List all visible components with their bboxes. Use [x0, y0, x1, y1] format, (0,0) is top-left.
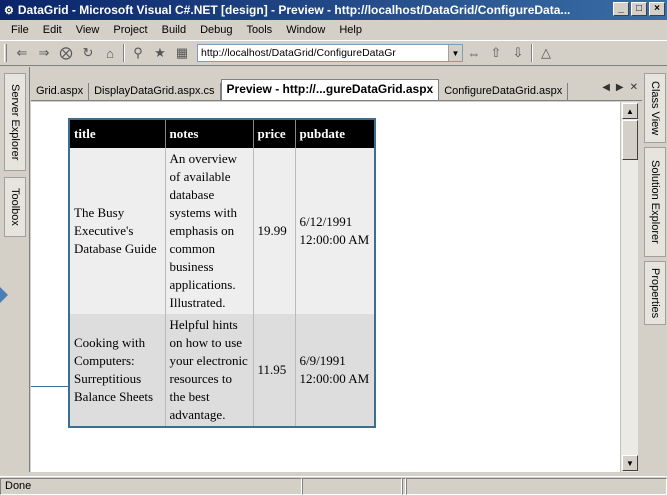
- doc-tab-preview[interactable]: Preview - http://...gureDataGrid.aspx: [220, 79, 440, 100]
- stop-icon[interactable]: ⨂: [55, 43, 77, 63]
- right-tool-panel: Class View Solution Explorer Properties: [643, 67, 667, 472]
- favorites-icon[interactable]: ★: [149, 43, 171, 63]
- left-tool-panel: Server Explorer Toolbox: [0, 67, 30, 472]
- column-header-price: price: [253, 119, 296, 148]
- menu-tools[interactable]: Tools: [240, 24, 280, 36]
- status-pane: [406, 477, 667, 495]
- doc-tab-grid-aspx[interactable]: Grid.aspx: [31, 83, 90, 100]
- cell-title: The Busy Executive's Database Guide: [69, 148, 166, 314]
- tab-class-view[interactable]: Class View: [644, 73, 666, 143]
- url-text: http://localhost/DataGrid/ConfigureDataG…: [201, 47, 396, 59]
- status-bar: Done: [0, 476, 667, 495]
- tab-right-icon[interactable]: ▶: [616, 82, 624, 93]
- refresh-icon[interactable]: ↻: [77, 43, 99, 63]
- menu-project[interactable]: Project: [106, 24, 154, 36]
- menu-file[interactable]: File: [4, 24, 36, 36]
- app-icon: ⚙: [4, 4, 14, 17]
- up-icon[interactable]: ⇧: [485, 43, 507, 63]
- cell-title: Cooking with Computers: Surreptitious Ba…: [69, 314, 166, 427]
- status-text: Done: [0, 477, 302, 495]
- cell-pubdate: 6/12/1991 12:00:00 AM: [295, 148, 376, 314]
- document-tab-strip: Grid.aspx DisplayDataGrid.aspx.cs Previe…: [31, 79, 642, 101]
- scroll-down-icon[interactable]: ▼: [622, 455, 638, 471]
- toolbar-separator-2: [531, 44, 533, 62]
- cell-price: 11.95: [253, 314, 296, 427]
- cell-pubdate: 6/9/1991 12:00:00 AM: [295, 314, 376, 427]
- window-controls: _ □ ×: [613, 2, 665, 16]
- go-icon[interactable]: ⇔: [463, 43, 485, 63]
- url-dropdown-icon[interactable]: ▼: [448, 45, 462, 61]
- cell-price: 19.99: [253, 148, 296, 314]
- table-row: The Busy Executive's Database Guide An o…: [69, 148, 376, 314]
- menu-debug[interactable]: Debug: [193, 24, 239, 36]
- scroll-up-icon[interactable]: ▲: [622, 103, 638, 119]
- column-header-notes: notes: [165, 119, 254, 148]
- menu-build[interactable]: Build: [155, 24, 193, 36]
- vertical-scrollbar[interactable]: ▲ ▼: [620, 102, 638, 472]
- tab-server-explorer[interactable]: Server Explorer: [4, 73, 26, 171]
- down-icon[interactable]: ⇩: [507, 43, 529, 63]
- maximize-button[interactable]: □: [631, 2, 647, 16]
- doc-tab-displaydatagrid-cs[interactable]: DisplayDataGrid.aspx.cs: [89, 83, 221, 100]
- tab-toolbox[interactable]: Toolbox: [4, 177, 26, 237]
- minimize-button[interactable]: _: [613, 2, 629, 16]
- cell-notes: An overview of available database system…: [165, 148, 254, 314]
- data-grid: title notes price pubdate The Busy Execu…: [68, 118, 376, 428]
- tab-navigation: ◀ ▶ ✕: [602, 82, 638, 93]
- menu-view[interactable]: View: [69, 24, 107, 36]
- tab-properties[interactable]: Properties: [644, 261, 666, 325]
- forward-icon[interactable]: ⇒: [33, 43, 55, 63]
- close-tab-icon[interactable]: ✕: [630, 82, 638, 93]
- url-input[interactable]: http://localhost/DataGrid/ConfigureDataG…: [197, 44, 463, 62]
- menu-bar: File Edit View Project Build Debug Tools…: [0, 20, 667, 40]
- column-header-pubdate: pubdate: [295, 119, 376, 148]
- home-icon[interactable]: ⌂: [99, 43, 121, 63]
- search-icon[interactable]: ⚲: [127, 43, 149, 63]
- menu-window[interactable]: Window: [279, 24, 332, 36]
- menu-help[interactable]: Help: [332, 24, 369, 36]
- tab-solution-explorer[interactable]: Solution Explorer: [644, 147, 666, 257]
- column-header-title: title: [69, 119, 166, 148]
- status-pane: [302, 477, 402, 495]
- tab-left-icon[interactable]: ◀: [602, 82, 610, 93]
- back-icon[interactable]: ⇐: [11, 43, 33, 63]
- grid-header-row: title notes price pubdate: [69, 119, 376, 148]
- toolbar-separator: [123, 44, 125, 62]
- toolbar-grip[interactable]: [4, 44, 7, 62]
- cell-notes: Helpful hints on how to use your electro…: [165, 314, 254, 427]
- window-title: DataGrid - Microsoft Visual C#.NET [desi…: [17, 3, 571, 17]
- font-size-icon[interactable]: △: [535, 43, 557, 63]
- menu-edit[interactable]: Edit: [36, 24, 69, 36]
- browser-preview-pane: title notes price pubdate The Busy Execu…: [31, 102, 620, 472]
- doc-tab-configuredatagrid-aspx[interactable]: ConfigureDataGrid.aspx: [439, 83, 569, 100]
- window-title-bar: ⚙ DataGrid - Microsoft Visual C#.NET [de…: [0, 0, 667, 20]
- callout-arrow-icon: [0, 287, 8, 303]
- scroll-thumb[interactable]: [622, 120, 638, 160]
- sync-contents-icon[interactable]: ▦: [171, 43, 193, 63]
- table-row: Cooking with Computers: Surreptitious Ba…: [69, 314, 376, 427]
- web-toolbar: ⇐ ⇒ ⨂ ↻ ⌂ ⚲ ★ ▦ http://localhost/DataGri…: [0, 40, 667, 66]
- close-button[interactable]: ×: [649, 2, 665, 16]
